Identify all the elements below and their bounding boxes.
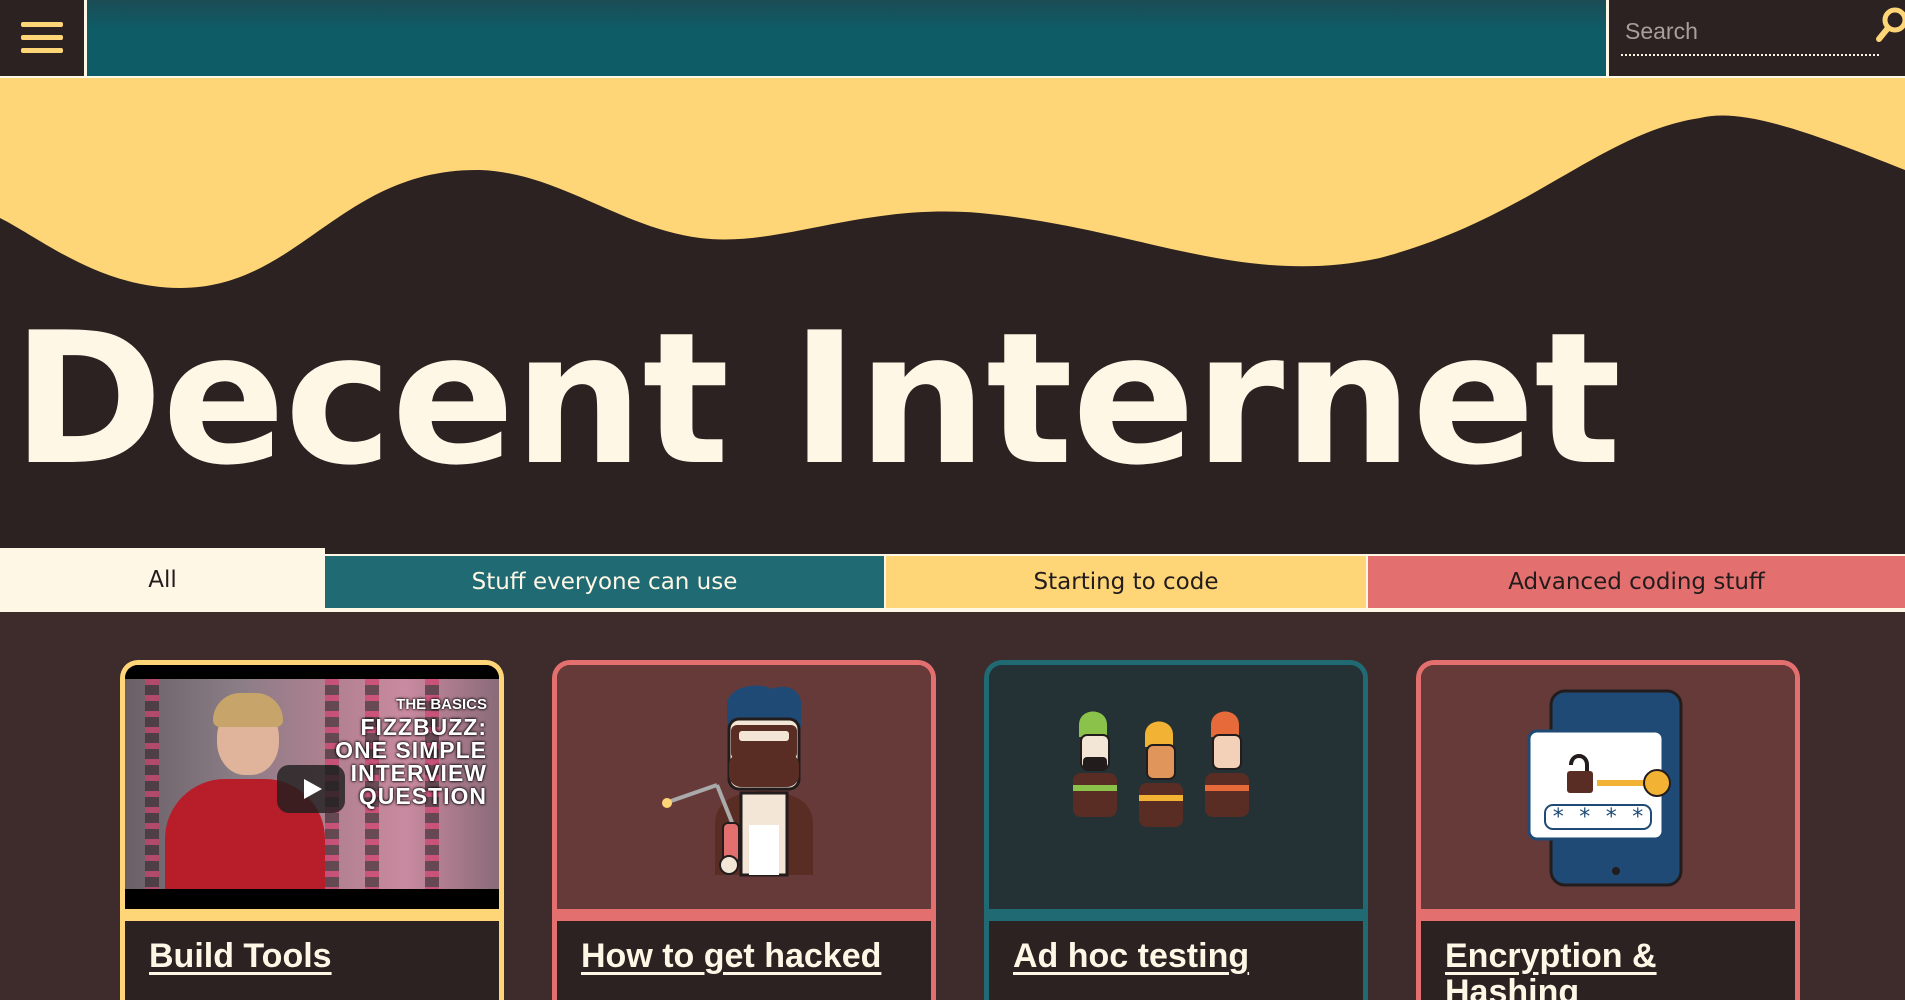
presenter-hair [213,693,283,727]
video-thumbnail[interactable]: THE BASICS FIZZBUZZ: ONE SIMPLE INTERVIE… [125,665,499,909]
card-accent-strip [1421,909,1795,921]
play-icon[interactable] [277,765,345,813]
top-bar [0,0,1905,78]
card-illustration [989,665,1363,909]
video-small-text: THE BASICS [396,696,487,713]
svg-text:* * * *: * * * * [1552,805,1645,830]
card-encryption-hashing[interactable]: * * * * Encryption & Hashing [1416,660,1800,1000]
hamburger-icon [21,22,63,27]
video-line: QUESTION [358,783,487,809]
card-ad-hoc-testing[interactable]: Ad hoc testing [984,660,1368,1000]
background-rack [145,679,159,889]
tab-divider [325,548,1905,554]
phone-lock-icon: * * * * [1527,689,1683,887]
card-title[interactable]: How to get hacked [581,938,911,975]
site-title: Decent Internet [12,293,1621,505]
video-line: ONE SIMPLE [335,737,487,763]
card-title[interactable]: Build Tools [149,938,479,975]
search-box [1609,0,1905,76]
tab-stuff-everyone-can-use[interactable]: Stuff everyone can use [325,556,884,608]
card-accent-strip [125,909,499,921]
video-title-overlay: THE BASICS FIZZBUZZ: ONE SIMPLE INTERVIE… [335,697,487,808]
category-tabs: All Stuff everyone can use Starting to c… [0,548,1905,612]
top-banner [87,0,1606,76]
hamburger-icon-line [21,48,63,53]
card-how-to-get-hacked[interactable]: How to get hacked [552,660,936,1000]
search-input[interactable] [1621,8,1879,56]
card-title[interactable]: Encryption & Hashing [1445,938,1775,1000]
hamburger-icon-line [21,35,63,40]
card-title[interactable]: Ad hoc testing [1013,938,1343,975]
team-players-icon [1073,711,1249,827]
tab-advanced-coding-stuff[interactable]: Advanced coding stuff [1368,556,1905,608]
video-line: FIZZBUZZ: [360,714,487,740]
search-icon[interactable] [1873,4,1905,44]
card-illustration [557,665,931,909]
card-accent-strip [989,909,1363,921]
welder-illustration-icon [662,685,813,877]
hero-section: Decent Internet [0,78,1905,548]
video-player[interactable]: THE BASICS FIZZBUZZ: ONE SIMPLE INTERVIE… [125,665,499,909]
tab-starting-to-code[interactable]: Starting to code [886,556,1366,608]
card-illustration: * * * * [1421,665,1795,909]
hamburger-menu-button[interactable] [0,0,84,76]
card-build-tools[interactable]: THE BASICS FIZZBUZZ: ONE SIMPLE INTERVIE… [120,660,504,1000]
video-line: INTERVIEW [350,760,487,786]
tab-all[interactable]: All [0,548,325,612]
card-accent-strip [557,909,931,921]
